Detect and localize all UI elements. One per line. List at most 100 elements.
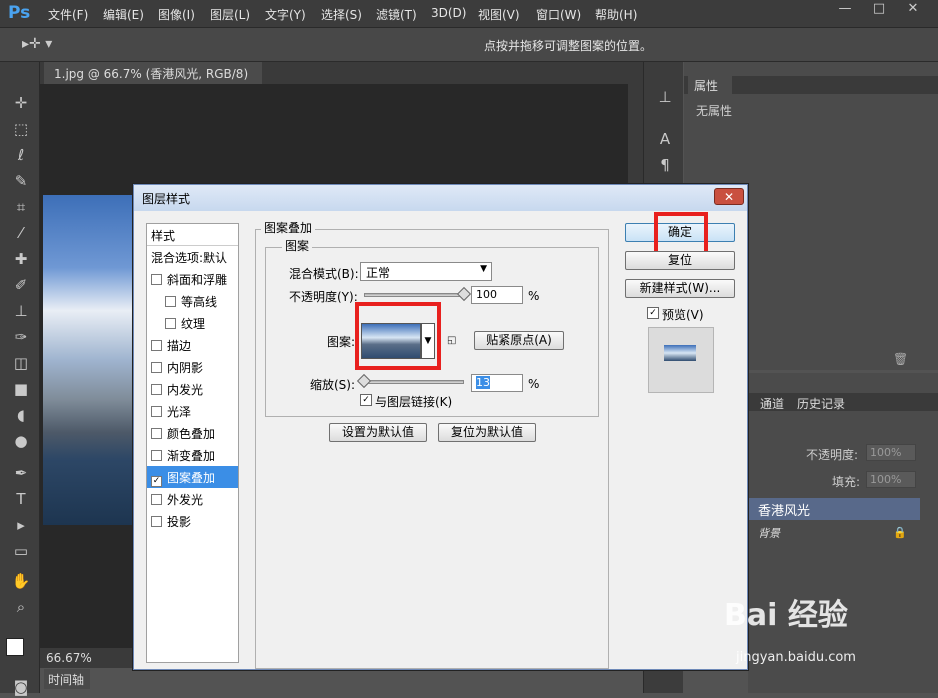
character-panel-icon[interactable]: A: [654, 128, 676, 150]
menu-help[interactable]: 帮助(H): [595, 6, 637, 23]
opacity-percent: %: [528, 289, 540, 303]
lasso-tool-icon[interactable]: ℓ: [10, 144, 32, 166]
style-item-label: 内阴影: [167, 361, 204, 375]
menu-layer[interactable]: 图层(L): [210, 6, 250, 23]
style-checkbox[interactable]: [165, 318, 176, 329]
properties-empty-text: 无属性: [696, 104, 733, 118]
properties-tab[interactable]: 属性: [688, 76, 732, 94]
reset-default-button[interactable]: 复位为默认值: [438, 423, 536, 442]
menu-edit[interactable]: 编辑(E): [103, 6, 144, 23]
style-list-item[interactable]: 混合选项:默认: [147, 246, 238, 268]
style-list-item[interactable]: 渐变叠加: [147, 444, 238, 466]
style-list-item[interactable]: 等高线: [147, 290, 238, 312]
crop-tool-icon[interactable]: ⌗: [10, 196, 32, 218]
layer-opacity-input[interactable]: 100%: [866, 444, 916, 461]
set-default-button[interactable]: 设置为默认值: [329, 423, 427, 442]
stamp-tool-icon[interactable]: ⊥: [10, 300, 32, 322]
layer-fill-input[interactable]: 100%: [866, 471, 916, 488]
preview-checkbox[interactable]: ✓: [647, 307, 659, 319]
style-item-label: 渐变叠加: [167, 449, 216, 463]
opacity-slider[interactable]: [364, 293, 464, 297]
brush-tool-icon[interactable]: ✐: [10, 274, 32, 296]
menu-filter[interactable]: 滤镜(T): [376, 6, 417, 23]
style-item-label: 颜色叠加: [167, 427, 216, 441]
move-tool-icon[interactable]: ▸✛ ▾: [22, 36, 52, 52]
style-list-item[interactable]: 投影: [147, 510, 238, 532]
menu-type[interactable]: 文字(Y): [265, 6, 306, 23]
new-style-button[interactable]: 新建样式(W)...: [625, 279, 735, 298]
new-preset-icon[interactable]: ◱: [447, 335, 456, 346]
restore-button[interactable]: □: [866, 0, 892, 18]
type-tool-icon[interactable]: T: [10, 488, 32, 510]
style-list-item[interactable]: ✓ 图案叠加: [147, 466, 238, 488]
zoom-tool-icon[interactable]: ⌕: [10, 596, 32, 618]
stamp-panel-icon[interactable]: ⊥: [654, 86, 676, 108]
foreground-color-swatch[interactable]: [6, 638, 24, 656]
style-list-item[interactable]: 描边: [147, 334, 238, 356]
dodge-tool-icon[interactable]: ●: [10, 430, 32, 452]
quick-select-tool-icon[interactable]: ✎: [10, 170, 32, 192]
blend-mode-label: 混合模式(B):: [289, 267, 359, 281]
menu-file[interactable]: 文件(F): [48, 6, 88, 23]
tab-channels[interactable]: 通道: [760, 395, 784, 412]
reset-button[interactable]: 复位: [625, 251, 735, 270]
style-list-item[interactable]: 外发光: [147, 488, 238, 510]
document-tab[interactable]: 1.jpg @ 66.7% (香港风光, RGB/8) *: [44, 62, 262, 96]
style-checkbox[interactable]: [151, 340, 162, 351]
blend-mode-select[interactable]: 正常 ▼: [360, 262, 492, 281]
menu-view[interactable]: 视图(V): [478, 6, 520, 23]
style-checkbox[interactable]: [151, 450, 162, 461]
style-checkbox[interactable]: [151, 516, 162, 527]
pen-tool-icon[interactable]: ✒: [10, 462, 32, 484]
snap-to-origin-button[interactable]: 贴紧原点(A): [474, 331, 564, 350]
scale-input[interactable]: 13: [471, 374, 523, 392]
hand-tool-icon[interactable]: ✋: [10, 570, 32, 592]
minimize-button[interactable]: —: [832, 0, 858, 18]
move-tool-icon[interactable]: ✛: [10, 92, 32, 114]
close-window-button[interactable]: ✕: [900, 0, 926, 18]
history-brush-icon[interactable]: ✑: [10, 326, 32, 348]
style-list-item[interactable]: 内发光: [147, 378, 238, 400]
paragraph-panel-icon[interactable]: ¶: [654, 154, 676, 176]
style-checkbox[interactable]: [151, 406, 162, 417]
marquee-tool-icon[interactable]: ⬚: [10, 118, 32, 140]
trash-icon[interactable]: 🗑: [893, 352, 908, 366]
tab-history[interactable]: 历史记录: [797, 395, 845, 412]
zoom-readout: 66.67%: [46, 651, 92, 665]
style-checkbox[interactable]: [151, 428, 162, 439]
menu-image[interactable]: 图像(I): [158, 6, 195, 23]
style-list-item[interactable]: 内阴影: [147, 356, 238, 378]
eraser-tool-icon[interactable]: ◫: [10, 352, 32, 374]
style-list-item[interactable]: 颜色叠加: [147, 422, 238, 444]
link-with-layer-label: 与图层链接(K): [375, 395, 453, 409]
shape-tool-icon[interactable]: ▭: [10, 540, 32, 562]
link-with-layer-checkbox[interactable]: ✓: [360, 394, 372, 406]
healing-brush-icon[interactable]: ✚: [10, 248, 32, 270]
timeline-tab[interactable]: 时间轴: [44, 669, 90, 689]
blur-tool-icon[interactable]: ◖: [10, 404, 32, 426]
style-list-item[interactable]: 斜面和浮雕: [147, 268, 238, 290]
menu-select[interactable]: 选择(S): [321, 6, 362, 23]
menu-3d[interactable]: 3D(D): [431, 6, 466, 20]
options-hint: 点按并拖移可调整图案的位置。: [484, 39, 653, 53]
style-checkbox[interactable]: [151, 494, 162, 505]
style-list-item[interactable]: 光泽: [147, 400, 238, 422]
eyedropper-tool-icon[interactable]: ⁄: [10, 222, 32, 244]
style-checkbox[interactable]: ✓: [151, 476, 162, 487]
style-list-item[interactable]: 纹理: [147, 312, 238, 334]
gradient-tool-icon[interactable]: ■: [10, 378, 32, 400]
style-checkbox[interactable]: [151, 274, 162, 285]
menu-bar: Ps 文件(F) 编辑(E) 图像(I) 图层(L) 文字(Y) 选择(S) 滤…: [0, 0, 938, 28]
style-checkbox[interactable]: [151, 384, 162, 395]
options-bar: ▸✛ ▾ 点按并拖移可调整图案的位置。: [0, 28, 938, 62]
scale-slider[interactable]: [364, 380, 464, 384]
path-select-icon[interactable]: ▸: [10, 514, 32, 536]
style-checkbox[interactable]: [165, 296, 176, 307]
style-checkbox[interactable]: [151, 362, 162, 373]
blend-mode-value: 正常: [366, 266, 391, 280]
layer-row[interactable]: 香港风光: [748, 498, 920, 520]
quick-mask-icon[interactable]: ◙: [10, 676, 32, 698]
opacity-input[interactable]: 100: [471, 286, 523, 304]
dialog-close-button[interactable]: ✕: [714, 188, 744, 205]
menu-window[interactable]: 窗口(W): [536, 6, 581, 23]
